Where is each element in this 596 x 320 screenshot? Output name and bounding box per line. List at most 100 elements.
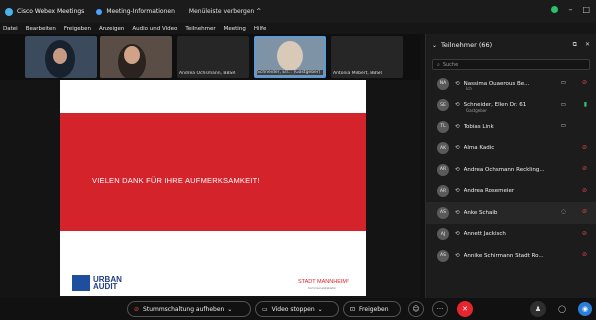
participant-row[interactable]: AJ ⟲ Annett Jackisch ⊘ <box>426 224 596 246</box>
unmute-button[interactable]: ⊘ Stummschaltung aufheben ⌄ <box>127 301 251 317</box>
audio-connected-icon: ⟲ <box>455 80 460 87</box>
participants-toggle-button[interactable]: ♟ <box>530 301 546 317</box>
share-button[interactable]: ⊡ Freigeben <box>343 301 401 317</box>
share-icon: ⊡ <box>350 305 356 313</box>
slide-red-band <box>60 113 366 231</box>
mic-muted-icon[interactable]: ⊘ <box>582 251 587 258</box>
eu-flag-icon <box>72 275 90 291</box>
stop-video-label: Video stoppen <box>271 305 315 313</box>
participant-name: Nassima Ouaerous Be... <box>463 80 530 87</box>
participant-search-input[interactable]: ⌕ Suche ⇅ <box>432 59 596 70</box>
menu-view[interactable]: Anzeigen <box>99 26 124 32</box>
audio-connected-icon: ⟲ <box>455 252 460 259</box>
video-tile[interactable]: Andrea Ochsmann, BBSR <box>177 36 249 78</box>
avatar: AR <box>437 185 449 198</box>
maximize-button[interactable]: □ <box>582 5 590 14</box>
menu-participants[interactable]: Teilnehmer <box>185 26 215 32</box>
participant-role: Ich <box>466 86 472 91</box>
avatar: NA <box>437 77 449 90</box>
popout-icon[interactable]: ⧉ <box>573 41 577 49</box>
participant-row-hovered[interactable]: AS ⟲ Anke Schaib ◌ ⊘ <box>426 202 596 224</box>
leave-meeting-button[interactable]: ✕ <box>457 301 473 317</box>
menu-file[interactable]: Datei <box>3 26 18 32</box>
meeting-info-button[interactable]: Meeting-Informationen <box>96 8 175 15</box>
mic-muted-icon[interactable]: ⊘ <box>582 230 587 237</box>
participants-panel: ⌄ Teilnehmer (66) ⧉ ✕ ⌕ Suche ⇅ NA ⟲ Nas… <box>425 34 596 298</box>
chat-button[interactable]: ◯ <box>554 301 570 317</box>
chevron-down-icon[interactable]: ⌄ <box>318 306 323 313</box>
tile-name: Antonia Milbert, BBSR <box>333 71 383 76</box>
chevron-down-icon[interactable]: ⌄ <box>227 306 232 313</box>
title-bar: Cisco Webex Meetings Meeting-Information… <box>0 0 596 23</box>
menu-meeting[interactable]: Meeting <box>224 26 246 32</box>
menu-audio-video[interactable]: Audio und Video <box>132 26 177 32</box>
participant-name: Alma Kadic <box>463 145 495 152</box>
slide-headline: VIELEN DANK FÜR IHRE AUFMERKSAMKEIT! <box>92 176 260 185</box>
menu-edit[interactable]: Bearbeiten <box>26 26 56 32</box>
shared-slide: VIELEN DANK FÜR IHRE AUFMERKSAMKEIT! URB… <box>60 80 366 296</box>
video-tile[interactable] <box>100 36 172 78</box>
audio-connected-icon: ⟲ <box>455 188 460 195</box>
participant-name: Andrea Ochsmann Reckling... <box>463 166 545 173</box>
participant-name: Annike Schirmann Stadt Ro... <box>463 252 544 259</box>
chat-icon[interactable]: ◌ <box>561 209 566 215</box>
avatar: SE <box>437 99 449 112</box>
mic-muted-icon[interactable]: ⊘ <box>582 165 587 172</box>
mannheim-logo: STADT MANNHEIM² <box>298 279 349 285</box>
participant-row[interactable]: AR ⟲ Andrea Rosemeier ⊘ <box>426 181 596 203</box>
mic-muted-icon[interactable]: ⊘ <box>582 208 587 215</box>
video-icon: ▭ <box>560 80 566 86</box>
participant-row[interactable]: AR ⟲ Andrea Ochsmann Reckling... ⊘ <box>426 159 596 181</box>
assistant-icon[interactable]: ◉ <box>578 302 592 316</box>
urban-audit-logo: URBAN AUDIT <box>72 275 122 291</box>
participant-name: Tobias Link <box>463 123 494 130</box>
audio-connected-icon: ⟲ <box>455 209 460 216</box>
more-options-button[interactable]: ··· <box>432 301 448 317</box>
video-tile-active[interactable]: Schneider, Ell... (Gastgeber) <box>254 36 326 78</box>
audio-connected-icon: ⟲ <box>455 231 460 238</box>
audio-connected-icon: ⟲ <box>455 166 460 173</box>
webex-logo-icon <box>5 7 13 16</box>
participant-row[interactable]: AS ⟲ Annike Schirmann Stadt Ro... ⊘ <box>426 245 596 267</box>
participant-name: Annett Jackisch <box>463 231 506 238</box>
share-label: Freigeben <box>359 305 389 313</box>
tile-name: Schneider, Ell... (Gastgeber) <box>257 70 323 75</box>
menu-help[interactable]: Hilfe <box>254 26 267 32</box>
mic-active-icon: ▮ <box>583 100 587 108</box>
video-tile[interactable] <box>25 36 97 78</box>
mic-muted-icon: ⊘ <box>134 305 140 313</box>
search-placeholder: Suche <box>442 61 459 68</box>
mic-muted-icon[interactable]: ⊘ <box>582 187 587 194</box>
video-camera-icon: ▭ <box>262 305 268 313</box>
reactions-button[interactable]: ☺ <box>408 301 424 317</box>
unmute-label: Stummschaltung aufheben <box>143 305 225 313</box>
menu-share[interactable]: Freigeben <box>64 26 91 32</box>
mic-muted-icon[interactable]: ⊘ <box>582 79 587 86</box>
close-icon[interactable]: ✕ <box>585 41 590 49</box>
avatar: AS <box>437 249 449 262</box>
participant-name: Anke Schaib <box>463 209 498 216</box>
avatar: AR <box>437 163 449 176</box>
participant-row[interactable]: AK ⟲ Alma Kadic ⊘ <box>426 138 596 160</box>
mic-muted-icon[interactable]: ⊘ <box>582 144 587 151</box>
participant-name: Andrea Rosemeier <box>463 188 515 195</box>
audio-connected-icon: ⟲ <box>455 123 460 130</box>
participant-row[interactable]: NA ⟲ Nassima Ouaerous Be... Ich ▭ ⊘ <box>426 73 596 95</box>
avatar: AS <box>437 206 449 219</box>
tile-name: Andrea Ochsmann, BBSR <box>179 71 236 76</box>
video-tile[interactable]: Antonia Milbert, BBSR <box>331 36 403 78</box>
avatar: TL <box>437 120 449 133</box>
participants-title: Teilnehmer (66) <box>441 41 493 49</box>
participant-face <box>277 41 303 71</box>
participant-face <box>124 46 140 64</box>
participant-row[interactable]: TL ⟲ Tobias Link ▭ <box>426 116 596 138</box>
meeting-info-label: Meeting-Informationen <box>106 8 175 15</box>
chevron-down-icon[interactable]: ⌄ <box>432 42 437 49</box>
avatar: AJ <box>437 228 449 241</box>
participant-row[interactable]: SE ⟲ Schneider, Ellen Dr. 61 Gastgeber ▭… <box>426 95 596 117</box>
participant-face <box>53 48 67 64</box>
hide-menubar-button[interactable]: Menüleiste verbergen ^ <box>189 8 261 15</box>
app-title: Cisco Webex Meetings <box>17 8 85 15</box>
stop-video-button[interactable]: ▭ Video stoppen ⌄ <box>255 301 339 317</box>
minimize-button[interactable]: – <box>568 5 572 14</box>
